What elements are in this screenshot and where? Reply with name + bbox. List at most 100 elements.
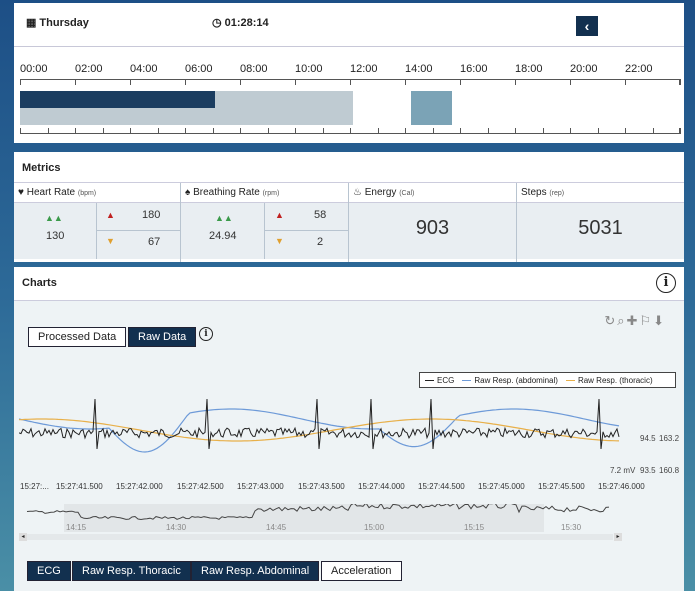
hour-label: 02:00 xyxy=(75,63,103,75)
tick-mark xyxy=(350,79,351,85)
calendar-icon: ▦ xyxy=(26,17,37,29)
energy-label: Energy xyxy=(364,187,397,198)
download-icon[interactable]: ⬇ xyxy=(653,313,666,328)
raw-resp-abdominal-button[interactable]: Raw Resp. Abdominal xyxy=(191,561,320,581)
tick-mark xyxy=(185,128,186,134)
timeline-segment[interactable] xyxy=(20,91,216,108)
tick-mark xyxy=(157,128,159,134)
heart-rate-value: 130 xyxy=(46,230,65,242)
tick-mark xyxy=(75,128,76,134)
timeline-segment[interactable] xyxy=(410,91,452,125)
tick-mark xyxy=(295,128,296,134)
ecg-min-label: 7.2 mV xyxy=(610,466,636,475)
clock-icon: ◷ xyxy=(212,17,222,29)
tick-mark xyxy=(652,128,654,134)
tick-mark xyxy=(377,128,379,134)
ecg-button[interactable]: ECG xyxy=(27,561,71,581)
breathing-rate-min: 2 xyxy=(317,236,324,248)
reset-icon[interactable]: ↻ xyxy=(604,313,617,328)
x-tick-label: 15:27:46.000 xyxy=(598,482,645,491)
raw-data-info-icon[interactable]: i xyxy=(199,327,213,341)
steps-label: Steps xyxy=(521,187,547,198)
abd-bot-label: 93.5 xyxy=(640,466,656,475)
tick-mark xyxy=(47,128,49,134)
tab-processed-data[interactable]: Processed Data xyxy=(28,327,127,347)
tick-mark xyxy=(75,79,76,85)
heart-rate-min: 67 xyxy=(148,236,161,248)
min-arrow-icon: ▼ xyxy=(275,236,284,246)
day-label: ▦ Thursday xyxy=(26,16,89,30)
acceleration-button[interactable]: Acceleration xyxy=(321,561,402,581)
breathing-rate-metric: ♠ Breathing Rate (rpm) ▲▲ 24.94 ▲ 58 ▼ 2 xyxy=(181,183,349,262)
tick-mark xyxy=(267,128,269,134)
zoom-icon[interactable]: ⌕ xyxy=(617,313,626,328)
hour-label: 04:00 xyxy=(130,63,158,75)
timeline-panel: ▦ Thursday ◷ 01:28:14 ‹ 00:00 02:00 04:00 … xyxy=(14,3,684,143)
breathing-rate-unit: (rpm) xyxy=(262,190,280,197)
tick-mark xyxy=(20,79,21,85)
waveform-chart[interactable] xyxy=(19,397,629,477)
tick-mark xyxy=(240,79,241,85)
legend-ecg[interactable]: ECG xyxy=(425,376,454,385)
heart-rate-unit: (bpm) xyxy=(77,190,97,197)
legend-abdominal[interactable]: Raw Resp. (abdominal) xyxy=(462,376,558,385)
steps-value: 5031 xyxy=(578,217,623,239)
heart-rate-metric: ♥ Heart Rate (bpm) ▲▲ 130 ▲ 180 ▼ 67 xyxy=(14,183,181,262)
tick-mark xyxy=(130,79,131,85)
navigator-chart[interactable] xyxy=(19,504,619,534)
tick-mark xyxy=(597,128,599,134)
tick-mark xyxy=(515,128,516,134)
max-arrow-icon: ▲ xyxy=(106,210,115,220)
tick-mark xyxy=(625,128,626,134)
scroll-right-button[interactable]: ▸ xyxy=(614,533,622,541)
x-tick-label: 15:27:... xyxy=(20,482,49,491)
tick-mark xyxy=(212,128,214,134)
tab-raw-data[interactable]: Raw Data xyxy=(128,327,197,347)
steps-unit: (rep) xyxy=(549,190,565,197)
nav-tick-label: 15:30 xyxy=(561,523,582,532)
tick-mark xyxy=(460,79,461,85)
tick-mark xyxy=(350,128,351,134)
tick-mark xyxy=(515,79,516,85)
chart-toolbar: ↻⌕✚⚐⬇ xyxy=(604,313,666,329)
breathing-rate-max: 58 xyxy=(314,209,327,221)
scroll-left-button[interactable]: ◂ xyxy=(19,533,27,541)
heart-icon: ♥ xyxy=(18,187,24,198)
flag-icon[interactable]: ⚐ xyxy=(639,313,653,328)
min-arrow-icon: ▼ xyxy=(106,236,115,246)
info-icon[interactable]: i xyxy=(656,273,676,293)
abd-top-label: 94.5 xyxy=(640,434,656,443)
tick-mark xyxy=(432,128,434,134)
x-tick-label: 15:27:45.500 xyxy=(538,482,585,491)
back-button[interactable]: ‹ xyxy=(576,16,598,36)
legend-thoracic[interactable]: Raw Resp. (thoracic) xyxy=(565,375,653,385)
tick-mark xyxy=(102,128,104,134)
hour-label: 10:00 xyxy=(295,63,323,75)
tick-mark xyxy=(130,128,131,134)
nav-tick-label: 15:15 xyxy=(464,523,485,532)
metrics-title: Metrics xyxy=(22,162,61,174)
tick-mark xyxy=(185,79,186,85)
raw-resp-thoracic-button[interactable]: Raw Resp. Thoracic xyxy=(72,561,191,581)
breathing-rate-label: Breathing Rate xyxy=(193,187,260,198)
legend-thoracic-label: Raw Resp. (thoracic) xyxy=(577,375,653,385)
metrics-panel: Metrics ♥ Heart Rate (bpm) ▲▲ 130 ▲ 180 … xyxy=(14,152,684,262)
flame-icon: ♨ xyxy=(353,187,362,198)
hour-label: 18:00 xyxy=(515,63,543,75)
x-tick-label: 15:27:42.000 xyxy=(116,482,163,491)
x-tick-label: 15:27:43.500 xyxy=(298,482,345,491)
hour-label: 22:00 xyxy=(625,63,653,75)
heart-rate-label: Heart Rate xyxy=(26,187,76,198)
hour-label: 16:00 xyxy=(460,63,488,75)
hour-label: 12:00 xyxy=(350,63,378,75)
energy-value: 903 xyxy=(415,217,450,239)
charts-panel: Charts i ↻⌕✚⚐⬇ Processed Data Raw Data i… xyxy=(14,267,684,591)
navigator-scrollbar[interactable] xyxy=(27,534,613,540)
hour-label: 06:00 xyxy=(185,63,213,75)
plus-icon[interactable]: ✚ xyxy=(627,313,640,328)
hour-label: 14:00 xyxy=(405,63,433,75)
tick-mark xyxy=(240,128,241,134)
lungs-icon: ♠ xyxy=(185,187,191,198)
hour-label: 20:00 xyxy=(570,63,598,75)
chevron-left-icon: ‹ xyxy=(584,18,590,34)
